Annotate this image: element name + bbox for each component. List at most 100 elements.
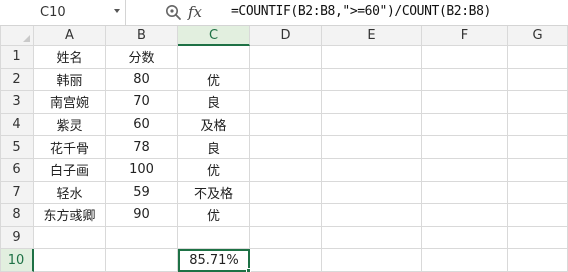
cell-a8[interactable]: 东方彧卿 xyxy=(34,204,106,227)
cell-c5[interactable]: 良 xyxy=(178,136,250,159)
cell-f9[interactable] xyxy=(422,226,508,250)
chevron-down-icon[interactable] xyxy=(114,9,120,13)
column-header-b[interactable]: B xyxy=(106,26,178,46)
cell-a3[interactable]: 南宫婉 xyxy=(34,91,106,114)
cell-e1[interactable] xyxy=(322,46,422,69)
cell-c7[interactable]: 不及格 xyxy=(178,181,250,205)
cell-b2[interactable]: 80 xyxy=(106,68,178,92)
cell-g9[interactable] xyxy=(508,226,568,250)
column-header-a[interactable]: A xyxy=(34,26,106,46)
active-cell-c10[interactable]: 85.71% xyxy=(178,249,250,272)
cell-b9[interactable] xyxy=(106,226,178,250)
cell-b10[interactable] xyxy=(106,249,178,272)
cell-e4[interactable] xyxy=(322,113,422,137)
cell-a4[interactable]: 紫灵 xyxy=(34,113,106,137)
cell-b6[interactable]: 100 xyxy=(106,159,178,182)
cell-d6[interactable] xyxy=(250,159,322,182)
formula-bar: C10 fx =COUNTIF(B2:B8,">=60")/COUNT(B2:B… xyxy=(0,0,568,26)
cell-c8[interactable]: 优 xyxy=(178,204,250,227)
cell-a2[interactable]: 韩丽 xyxy=(34,68,106,92)
cell-c2[interactable]: 优 xyxy=(178,68,250,92)
cell-e2[interactable] xyxy=(322,68,422,92)
cell-e10[interactable] xyxy=(322,249,422,272)
cell-d5[interactable] xyxy=(250,136,322,159)
cell-a7[interactable]: 轻水 xyxy=(34,181,106,205)
row-header-8[interactable]: 8 xyxy=(0,204,34,227)
cell-g8[interactable] xyxy=(508,204,568,227)
cell-c6[interactable]: 优 xyxy=(178,159,250,182)
cell-f6[interactable] xyxy=(422,159,508,182)
cell-f3[interactable] xyxy=(422,91,508,114)
select-all-corner[interactable] xyxy=(0,26,34,46)
cell-f5[interactable] xyxy=(422,136,508,159)
row-header-4[interactable]: 4 xyxy=(0,113,34,137)
row-header-5[interactable]: 5 xyxy=(0,136,34,159)
cell-f10[interactable] xyxy=(422,249,508,272)
cell-d8[interactable] xyxy=(250,204,322,227)
cell-e6[interactable] xyxy=(322,159,422,182)
column-header-c[interactable]: C xyxy=(178,26,250,46)
cell-b8[interactable]: 90 xyxy=(106,204,178,227)
cell-e9[interactable] xyxy=(322,226,422,250)
cell-g5[interactable] xyxy=(508,136,568,159)
cell-a9[interactable] xyxy=(34,226,106,250)
cell-c9[interactable] xyxy=(178,226,250,250)
column-header-filler xyxy=(0,26,1,46)
cell-d9[interactable] xyxy=(250,226,322,250)
column-header-f[interactable]: F xyxy=(422,26,508,46)
cell-b7[interactable]: 59 xyxy=(106,181,178,205)
cell-c3[interactable]: 良 xyxy=(178,91,250,114)
cell-e5[interactable] xyxy=(322,136,422,159)
cell-d10[interactable] xyxy=(250,249,322,272)
cell-c1[interactable] xyxy=(178,46,250,69)
row-header-2[interactable]: 2 xyxy=(0,68,34,92)
row-header-6[interactable]: 6 xyxy=(0,159,34,182)
cell-g4[interactable] xyxy=(508,113,568,137)
cell-a6[interactable]: 白子画 xyxy=(34,159,106,182)
row-header-7[interactable]: 7 xyxy=(0,181,34,205)
cell-d7[interactable] xyxy=(250,181,322,205)
cell-g10[interactable] xyxy=(508,249,568,272)
cell-b3[interactable]: 70 xyxy=(106,91,178,114)
cell-e8[interactable] xyxy=(322,204,422,227)
select-all-icon xyxy=(23,35,30,42)
cell-a5[interactable]: 花千骨 xyxy=(34,136,106,159)
cell-b4[interactable]: 60 xyxy=(106,113,178,137)
cell-d3[interactable] xyxy=(250,91,322,114)
cell-g7[interactable] xyxy=(508,181,568,205)
cell-g2[interactable] xyxy=(508,68,568,92)
cell-d4[interactable] xyxy=(250,113,322,137)
cell-f8[interactable] xyxy=(422,204,508,227)
column-header-g[interactable]: G xyxy=(508,26,568,46)
row-header-3[interactable]: 3 xyxy=(0,91,34,114)
cell-f7[interactable] xyxy=(422,181,508,205)
cell-a1[interactable]: 姓名 xyxy=(34,46,106,69)
cell-d2[interactable] xyxy=(250,68,322,92)
row-header-1[interactable]: 1 xyxy=(0,46,34,69)
cell-c4[interactable]: 及格 xyxy=(178,113,250,137)
row-header-10[interactable]: 10 xyxy=(0,249,34,272)
cell-g6[interactable] xyxy=(508,159,568,182)
column-header-e[interactable]: E xyxy=(322,26,422,46)
cell-d1[interactable] xyxy=(250,46,322,69)
cell-f1[interactable] xyxy=(422,46,508,69)
cell-e7[interactable] xyxy=(322,181,422,205)
cell-b5[interactable]: 78 xyxy=(106,136,178,159)
cell-g3[interactable] xyxy=(508,91,568,114)
formula-input[interactable]: =COUNTIF(B2:B8,">=60")/COUNT(B2:B8) xyxy=(231,4,491,19)
fill-handle[interactable] xyxy=(246,268,251,272)
cell-filler xyxy=(0,181,1,205)
formula-tools: fx xyxy=(126,0,226,25)
cell-a10[interactable] xyxy=(34,249,106,272)
cell-b1[interactable]: 分数 xyxy=(106,46,178,69)
cell-e3[interactable] xyxy=(322,91,422,114)
row-header-9[interactable]: 9 xyxy=(0,226,34,250)
insert-function-button[interactable]: fx xyxy=(188,3,202,21)
name-box[interactable]: C10 xyxy=(0,0,126,25)
cell-g1[interactable] xyxy=(508,46,568,69)
cell-f4[interactable] xyxy=(422,113,508,137)
name-box-value: C10 xyxy=(40,5,66,20)
cell-f2[interactable] xyxy=(422,68,508,92)
column-header-d[interactable]: D xyxy=(250,26,322,46)
zoom-search-icon[interactable] xyxy=(165,4,182,21)
